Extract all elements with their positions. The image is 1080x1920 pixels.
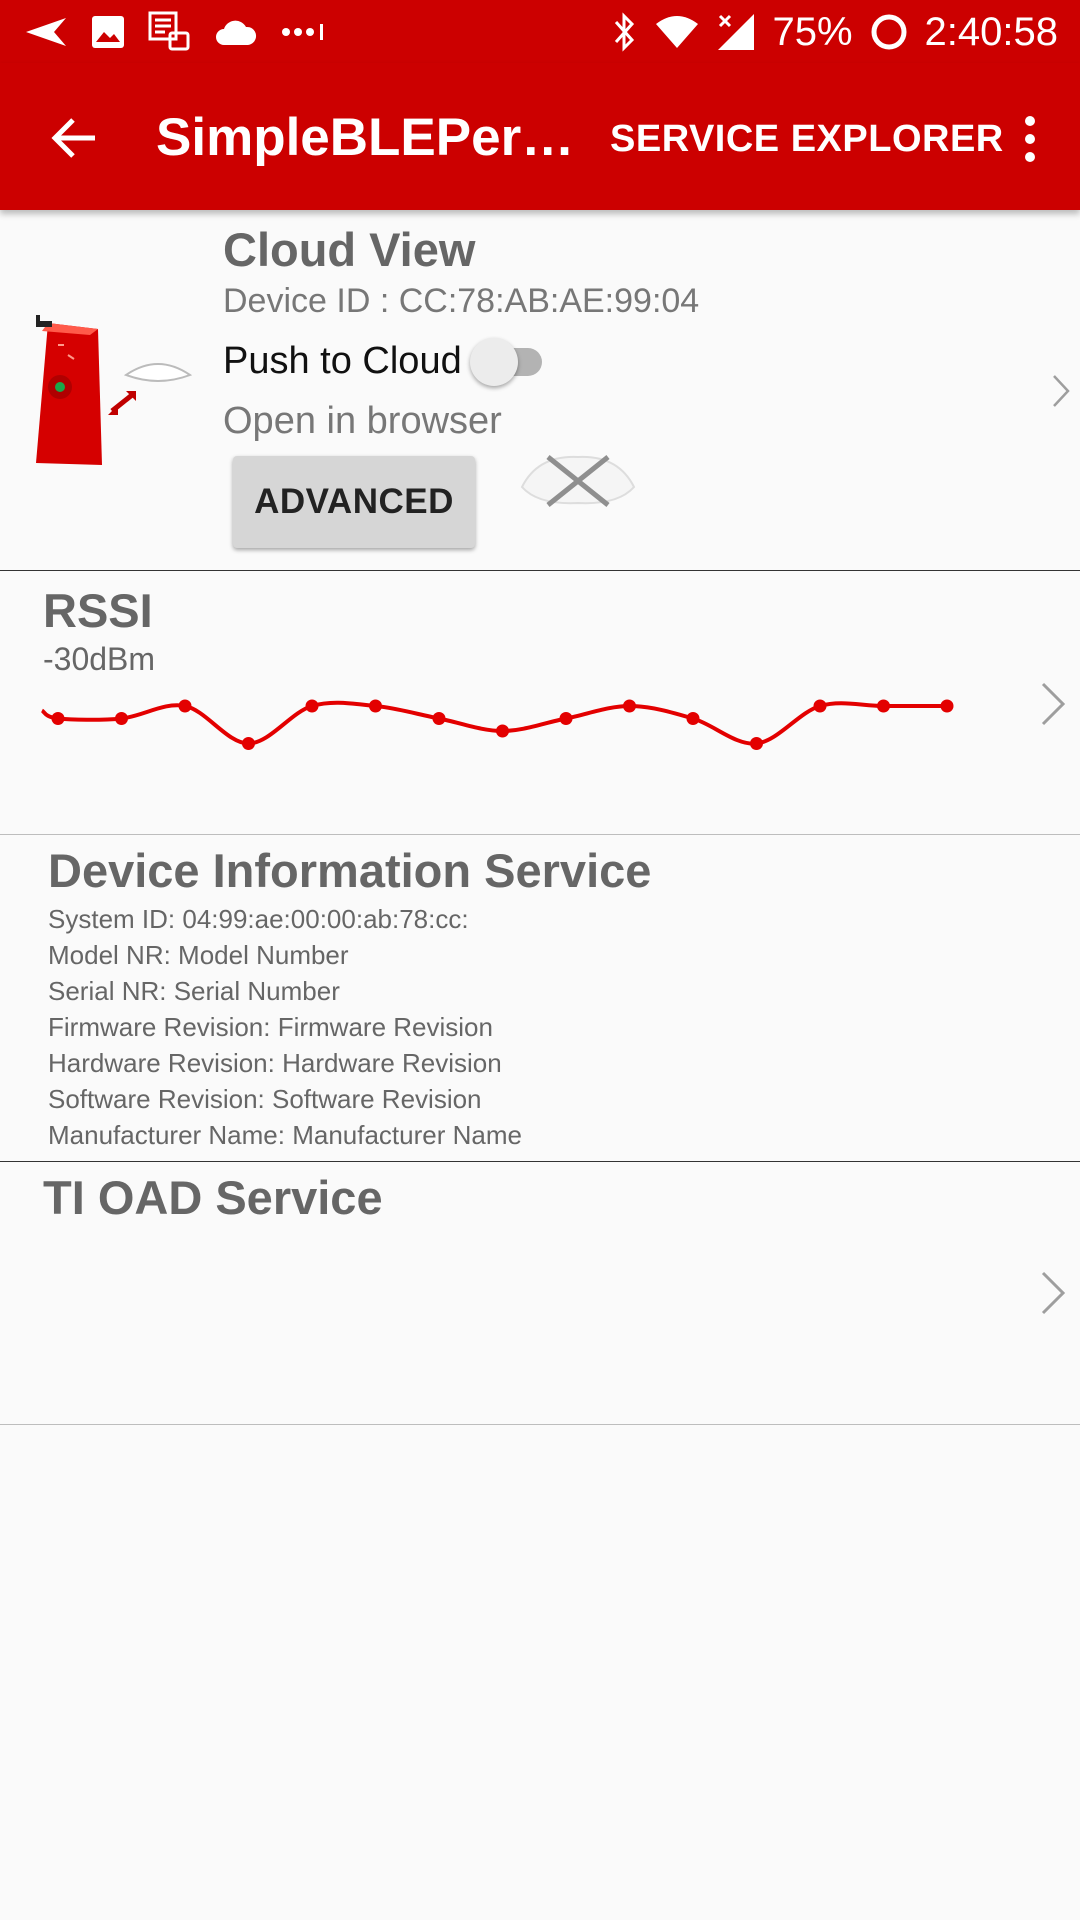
status-left-icons [24,10,330,54]
rssi-data-point [559,712,573,725]
device-information-card[interactable]: Device Information Service System ID: 04… [0,835,1080,1161]
rssi-data-point [877,699,890,713]
advanced-button[interactable]: ADVANCED [233,456,475,548]
push-to-cloud-label: Push to Cloud [223,340,462,382]
software-revision-row: Software Revision: Software Revision [48,1084,482,1114]
rssi-data-point [51,712,65,725]
back-button[interactable] [38,103,108,173]
image-icon [90,14,126,50]
more-vert-icon [1025,116,1035,162]
rssi-series-line [40,700,947,746]
device-information-list: System ID: 04:99:ae:00:00:ab:78:cc: Mode… [48,901,522,1153]
ti-oad-service-title: TI OAD Service [43,1171,383,1224]
rssi-data-point [813,699,827,713]
sensortag-device-icon [28,315,198,480]
rssi-data-point [115,712,128,725]
cloud-view-title: Cloud View [223,223,476,276]
rssi-data-point [496,724,509,738]
chevron-right-icon [1041,682,1066,726]
rssi-data-point [178,699,192,713]
rssi-data-point [305,699,319,713]
app-title: SimpleBLEPeri... [156,108,576,167]
send-icon [24,16,68,48]
rssi-title: RSSI [43,584,153,637]
app-bar: SimpleBLEPeri... SERVICE EXPLORER [0,63,1080,210]
chevron-right-icon [1053,375,1070,407]
arrow-left-icon [51,118,95,158]
divider [0,1424,1080,1425]
serial-nr-row: Serial NR: Serial Number [48,976,340,1006]
system-id-row: System ID: 04:99:ae:00:00:ab:78:cc: [48,904,469,934]
clock: 2:40:58 [924,9,1058,54]
rssi-data-point [369,699,382,713]
toggle-thumb [470,338,518,386]
service-explorer-button[interactable]: SERVICE EXPLORER [610,107,1004,171]
open-in-browser-link[interactable]: Open in browser [223,400,502,443]
rssi-line-chart [40,699,954,750]
ti-oad-service-card[interactable]: TI OAD Service [0,1162,1080,1424]
rssi-card[interactable]: RSSI -30dBm [0,571,1080,834]
push-to-cloud-toggle[interactable] [470,332,552,388]
rssi-data-point [432,712,446,725]
overflow-menu-button[interactable] [1000,107,1060,171]
device-id: Device ID : CC:78:AB:AE:99:04 [223,282,700,320]
hardware-revision-row: Hardware Revision: Hardware Revision [48,1048,502,1078]
model-nr-row: Model NR: Model Number [48,940,349,970]
cloud-view-card[interactable]: Cloud View Device ID : CC:78:AB:AE:99:04… [0,210,1080,570]
checklist-icon [148,11,192,53]
cloud-disconnected-icon [518,445,638,520]
cloud-icon [214,17,258,47]
rssi-data-point [750,737,763,750]
signal-icon [716,12,756,52]
rssi-data-point [623,699,636,713]
chevron-right-icon [1041,1271,1066,1315]
manufacturer-name-row: Manufacturer Name: Manufacturer Name [48,1120,522,1150]
status-right-icons: 75% 2:40:58 [610,6,1058,58]
device-information-title: Device Information Service [48,844,652,897]
firmware-revision-row: Firmware Revision: Firmware Revision [48,1012,493,1042]
rssi-data-point [686,712,700,725]
rssi-data-point [940,699,954,713]
bluetooth-icon [610,12,638,52]
rssi-data-point [242,737,255,750]
more-dots-icon [280,22,330,42]
status-bar: 75% 2:40:58 [0,0,1080,63]
battery-ring-icon [869,12,909,52]
battery-percent: 75% [772,9,853,54]
wifi-icon [654,14,700,50]
